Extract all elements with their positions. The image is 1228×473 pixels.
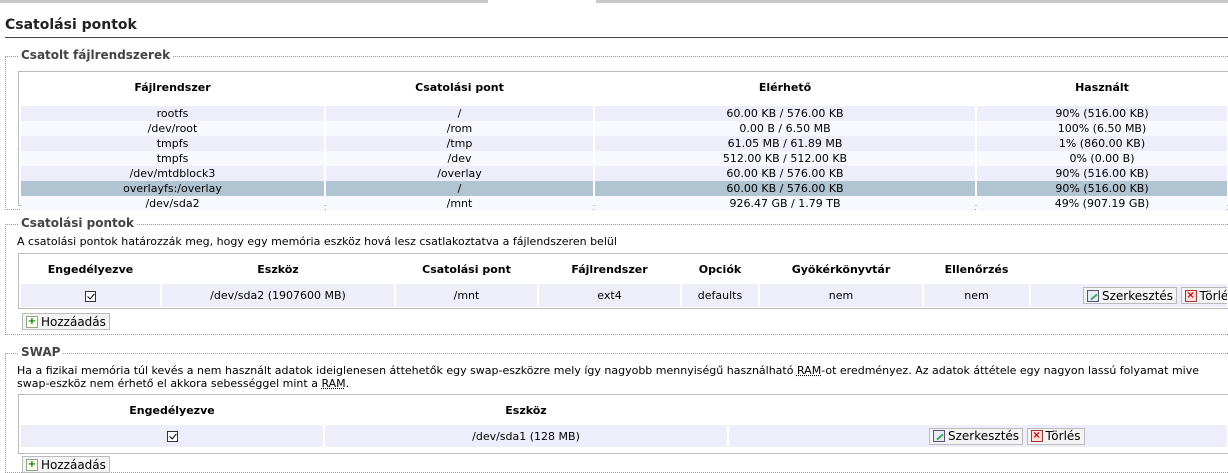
cell-available: 61.05 MB / 61.89 MB — [595, 136, 975, 151]
delete-icon: × — [1184, 289, 1197, 302]
title-divider — [5, 37, 1228, 38]
col-header-enabled: Engedélyezve — [47, 262, 134, 276]
col-header-filesystem: Fájlrendszer — [571, 262, 648, 276]
mountpoints-description: A csatolási pontok határozzák meg, hogy … — [17, 235, 617, 248]
cell-enabled — [21, 425, 323, 447]
edit-button[interactable]: Szerkesztés — [1083, 287, 1178, 304]
col-header-rootfs: Gyökérkönyvtár — [791, 262, 891, 276]
cell-available: 60.00 KB / 576.00 KB — [595, 181, 975, 196]
col-header-enabled: Engedélyezve — [129, 403, 215, 417]
cell-filesystem: tmpfs — [21, 151, 324, 166]
add-swap-button[interactable]: + Hozzáadás — [22, 456, 110, 473]
swap-description-line2: swap-eszköz nem érhető el akkora sebessé… — [17, 377, 350, 390]
col-header-filesystem: Fájlrendszer — [134, 80, 211, 94]
table-row: /dev/root /rom 0.00 B / 6.50 MB 100% (6.… — [21, 121, 1227, 136]
table-row: /dev/sda1 (128 MB) Szerkesztés × Törlés — [21, 425, 1227, 447]
cell-filesystem: ext4 — [539, 284, 680, 307]
add-mountpoint-button[interactable]: + Hozzáadás — [22, 313, 110, 330]
col-header-check: Ellenőrzés — [944, 262, 1009, 276]
table-row: tmpfs /tmp 61.05 MB / 61.89 MB 1% (860.0… — [21, 136, 1227, 151]
mountpoints-legend: Csatolási pontok — [18, 216, 138, 230]
table-row: rootfs / 60.00 KB / 576.00 KB 90% (516.0… — [21, 106, 1227, 121]
page-title: Csatolási pontok — [5, 17, 137, 33]
mounted-filesystems-legend: Csatolt fájlrendszerek — [18, 48, 174, 62]
cell-used: 90% (516.00 KB) — [977, 181, 1227, 196]
cell-mountpoint: /overlay — [326, 166, 593, 181]
swap-legend: SWAP — [18, 345, 64, 359]
table-row-highlighted: overlayfs:/overlay / 60.00 KB / 576.00 K… — [21, 181, 1227, 196]
edit-icon — [1087, 289, 1099, 302]
table-row: /dev/sda2 /mnt 926.47 GB / 1.79 TB 49% (… — [21, 196, 1227, 211]
add-icon: + — [26, 315, 38, 328]
col-header-used: Használt — [1075, 80, 1129, 94]
cell-used: 100% (6.50 MB) — [977, 121, 1227, 136]
swap-section: SWAP Ha a fizikai memória túl kevés a ne… — [5, 345, 1228, 473]
cell-mountpoint: / — [326, 181, 593, 196]
cell-mountpoint: /rom — [326, 121, 593, 136]
col-header-available: Elérhető — [758, 80, 812, 94]
add-icon: + — [26, 458, 38, 471]
delete-button[interactable]: ×Törlés — [1180, 287, 1227, 304]
col-header-mountpoint: Csatolási pont — [422, 262, 511, 276]
ram-abbr: RAM — [321, 377, 346, 390]
cell-used: 90% (516.00 KB) — [977, 166, 1227, 181]
cell-check: nem — [924, 284, 1029, 307]
cell-filesystem: rootfs — [21, 106, 324, 121]
edit-icon — [933, 430, 945, 442]
cell-mountpoint: /tmp — [326, 136, 593, 151]
mountpoints-table: Engedélyezve Eszköz Csatolási pont Fájlr… — [18, 253, 1228, 309]
cell-device: /dev/sda1 (128 MB) — [325, 425, 727, 447]
cell-options: defaults — [682, 284, 758, 307]
cell-actions: Szerkesztés ×Törlés — [729, 425, 1227, 447]
col-header-options: Opciók — [698, 262, 742, 276]
mounted-filesystems-section: Csatolt fájlrendszerek Fájlrendszer Csat… — [5, 48, 1228, 211]
table-row: /dev/mtdblock3 /overlay 60.00 KB / 576.0… — [21, 166, 1227, 181]
cell-used: 49% (907.19 GB) — [977, 196, 1227, 211]
cell-available: 512.00 KB / 512.00 KB — [595, 151, 975, 166]
enabled-checkbox[interactable] — [85, 290, 96, 302]
delete-button[interactable]: ×Törlés — [1026, 427, 1085, 445]
delete-icon: × — [1030, 430, 1043, 442]
cell-mountpoint: / — [326, 106, 593, 121]
cell-filesystem: /dev/root — [21, 121, 324, 136]
mounted-filesystems-table: Fájlrendszer Csatolási pont Elérhető Has… — [18, 71, 1228, 211]
enabled-checkbox[interactable] — [166, 431, 178, 442]
cell-used: 0% (0.00 B) — [977, 151, 1227, 166]
cell-mountpoint: /mnt — [326, 196, 593, 211]
cell-available: 0.00 B / 6.50 MB — [595, 121, 975, 136]
cell-rootfs: nem — [760, 284, 922, 307]
top-tab-strip — [0, 0, 1228, 3]
cell-filesystem: tmpfs — [21, 136, 324, 151]
cell-actions: Szerkesztés ×Törlés — [1031, 284, 1227, 307]
cell-device: /dev/sda2 (1907600 MB) — [162, 284, 394, 307]
cell-used: 1% (860.00 KB) — [977, 136, 1227, 151]
cell-mountpoint: /dev — [326, 151, 593, 166]
cell-used: 90% (516.00 KB) — [977, 106, 1227, 121]
col-header-device: Eszköz — [505, 403, 547, 417]
col-header-mountpoint: Csatolási pont — [415, 80, 504, 94]
table-row: tmpfs /dev 512.00 KB / 512.00 KB 0% (0.0… — [21, 151, 1227, 166]
mountpoints-section: Csatolási pontok A csatolási pontok hatá… — [5, 216, 1228, 335]
col-header-actions — [1031, 260, 1227, 278]
cell-filesystem: /dev/sda2 — [21, 196, 324, 211]
cell-available: 926.47 GB / 1.79 TB — [595, 196, 975, 211]
swap-table: Engedélyezve Eszköz /dev/sda1 (128 MB) S… — [18, 394, 1228, 454]
swap-description-line1: Ha a fizikai memória túl kevés a nem has… — [17, 364, 1200, 377]
cell-filesystem: overlayfs:/overlay — [21, 181, 324, 196]
col-header-device: Eszköz — [257, 262, 299, 276]
cell-enabled — [21, 284, 160, 307]
cell-available: 60.00 KB / 576.00 KB — [595, 166, 975, 181]
edit-button[interactable]: Szerkesztés — [929, 427, 1024, 445]
cell-filesystem: /dev/mtdblock3 — [21, 166, 324, 181]
table-row: /dev/sda2 (1907600 MB) /mnt ext4 default… — [21, 284, 1227, 307]
col-header-actions — [729, 401, 1227, 419]
cell-mountpoint: /mnt — [396, 284, 537, 307]
cell-available: 60.00 KB / 576.00 KB — [595, 106, 975, 121]
ram-abbr: RAM — [796, 364, 822, 377]
